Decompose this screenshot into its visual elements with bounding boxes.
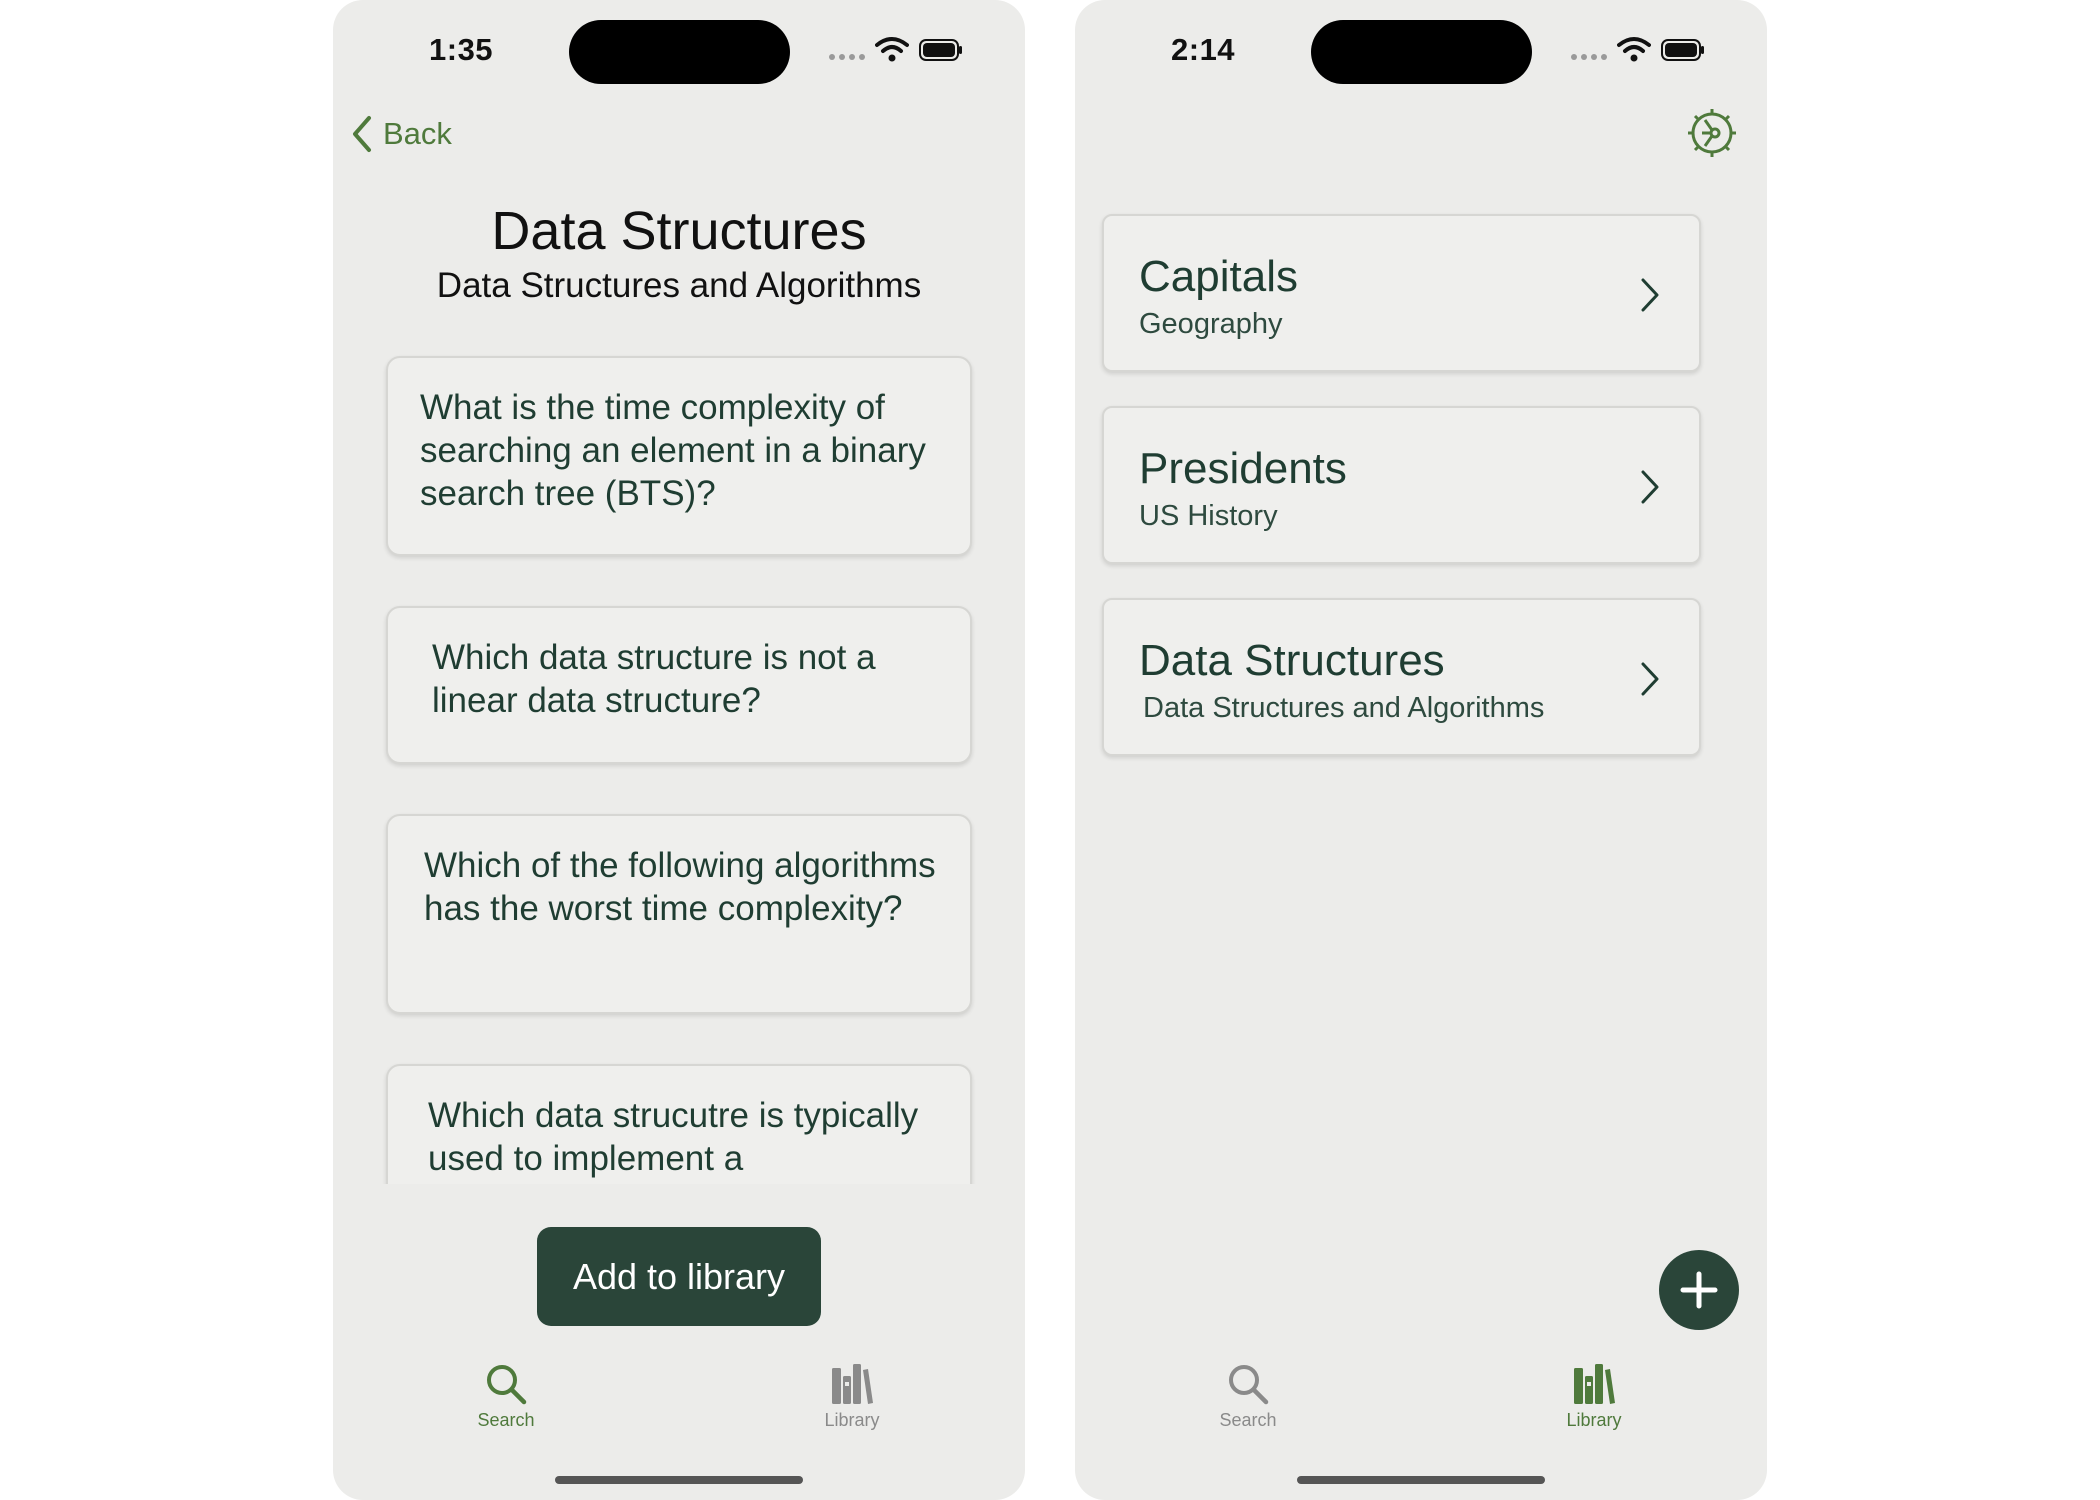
wifi-icon <box>875 37 909 62</box>
status-time: 2:14 <box>1171 32 1236 67</box>
chevron-right-icon <box>1641 662 1659 696</box>
status-bar: 2:14 <box>1075 0 1767 100</box>
dynamic-island <box>569 20 790 84</box>
tab-label: Search <box>1219 1410 1277 1430</box>
page-subtitle: Data Structures and Algorithms <box>436 266 922 305</box>
tab-search[interactable]: Search <box>446 1362 566 1442</box>
back-label: Back <box>383 116 452 151</box>
question-card[interactable]: Which data strucutre is typically used t… <box>386 1064 972 1184</box>
search-icon <box>487 1365 527 1405</box>
phone-screen-deck-detail: 1:35 Back Data Structures Data Structure… <box>333 0 1025 1500</box>
cellular-signal-icon <box>1571 54 1607 60</box>
tab-search[interactable]: Search <box>1188 1362 1308 1442</box>
question-text: Which data strucutre is typically used t… <box>428 1096 919 1178</box>
deck-card-data-structures[interactable]: Data Structures Data Structures and Algo… <box>1102 598 1701 756</box>
deck-card-capitals[interactable]: Capitals Geography <box>1102 214 1701 372</box>
plus-icon <box>1680 1271 1718 1309</box>
add-deck-button[interactable] <box>1659 1250 1739 1330</box>
deck-title: Capitals <box>1139 252 1298 301</box>
cellular-signal-icon <box>829 54 865 60</box>
deck-card-presidents[interactable]: Presidents US History <box>1102 406 1701 564</box>
tab-library[interactable]: Library <box>1534 1362 1654 1442</box>
dynamic-island <box>1311 20 1532 84</box>
tab-label: Search <box>477 1410 535 1430</box>
battery-icon <box>1661 39 1704 61</box>
library-icon <box>832 1364 873 1404</box>
back-button[interactable]: Back <box>347 112 452 156</box>
question-card[interactable]: Which of the following algorithms has th… <box>386 814 972 1014</box>
status-time: 1:35 <box>429 32 494 67</box>
tab-label: Library <box>824 1410 880 1430</box>
tab-library[interactable]: Library <box>792 1362 912 1442</box>
tab-label: Library <box>1566 1410 1622 1430</box>
deck-subject: Data Structures and Algorithms <box>1143 692 1545 724</box>
chevron-left-icon <box>353 116 371 152</box>
question-text: Which data structure is not a linear dat… <box>432 638 876 720</box>
deck-title: Presidents <box>1139 444 1347 493</box>
question-list[interactable]: What is the time complexity of searching… <box>333 350 1025 1184</box>
deck-subject: Geography <box>1139 308 1283 340</box>
phone-screen-library: 2:14 Capitals Geography Presidents US Hi… <box>1075 0 1767 1500</box>
chevron-right-icon <box>1641 278 1659 312</box>
wifi-icon <box>1617 37 1651 62</box>
library-icon <box>1574 1364 1615 1404</box>
home-indicator[interactable] <box>1297 1476 1545 1484</box>
deck-title: Data Structures <box>1139 636 1445 685</box>
battery-icon <box>919 39 962 61</box>
page-title: Data Structures <box>491 201 867 261</box>
question-card[interactable]: What is the time complexity of searching… <box>386 356 972 556</box>
deck-subject: US History <box>1139 500 1278 532</box>
add-to-library-button[interactable]: Add to library <box>537 1227 821 1326</box>
home-indicator[interactable] <box>555 1476 803 1484</box>
question-card[interactable]: Which data structure is not a linear dat… <box>386 606 972 764</box>
question-text: What is the time complexity of searching… <box>420 388 926 513</box>
chevron-right-icon <box>1641 470 1659 504</box>
status-bar: 1:35 <box>333 0 1025 100</box>
settings-gear-icon[interactable] <box>1685 106 1739 160</box>
search-icon <box>1229 1365 1269 1405</box>
question-text: Which of the following algorithms has th… <box>424 846 936 928</box>
